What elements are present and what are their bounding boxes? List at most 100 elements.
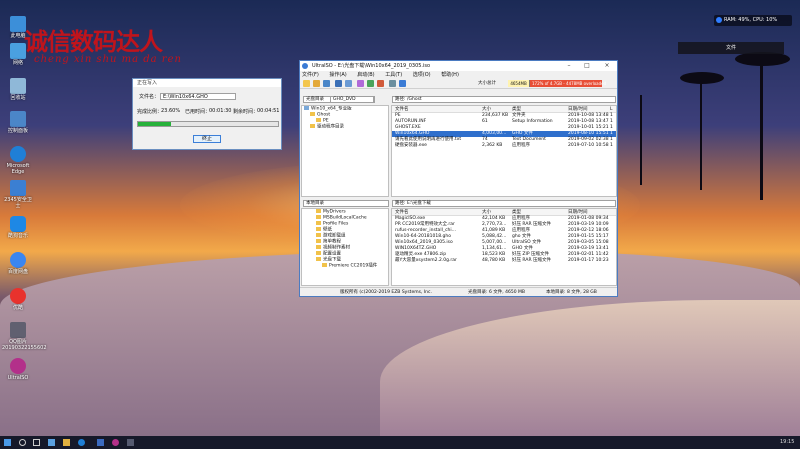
menu-action[interactable]: 操作(A) — [329, 72, 346, 78]
folder-icon — [316, 233, 321, 237]
iso-list-header: 文件名 大小 类型 日期/时间 L — [392, 106, 616, 113]
mount-icon[interactable] — [377, 80, 384, 87]
folder-icon — [316, 209, 321, 213]
status-iso-info: 光盘目录: 6 文件, 4650 MB — [468, 290, 525, 295]
iso-path-field[interactable]: /Ghost — [407, 97, 422, 102]
cell-type: 好压 RAR 压缩文件 — [512, 258, 552, 263]
desktop-icon-edge[interactable]: Microsoft Edge — [2, 146, 34, 175]
palm-tree — [760, 60, 763, 200]
open-icon[interactable] — [313, 80, 320, 87]
tree-node[interactable]: Premiere CC2019插件 — [302, 263, 388, 269]
desktop-icon-this-pc[interactable]: 此电脑 — [2, 16, 34, 39]
column-size[interactable]: 大小 — [482, 106, 491, 113]
menu-help[interactable]: 帮助(H) — [441, 72, 459, 78]
performance-widget[interactable]: RAM: 49%, CPU: 10% — [714, 15, 792, 26]
write-progress-bar — [137, 121, 279, 127]
done-label: 完成比例： — [137, 109, 163, 115]
ultraiso-icon[interactable] — [112, 439, 119, 446]
maximize-button[interactable]: □ — [580, 61, 594, 71]
microphone-icon — [716, 16, 722, 23]
status-bar: 版权所有 (c)2002-2019 EZB Systems, Inc. 光盘目录… — [300, 287, 617, 296]
size-total-label: 大小总计 — [478, 81, 496, 86]
file-row[interactable]: 最Y大容量xsystem2.2.0g.rar 48,780 KB 好压 RAR 压缩… — [392, 258, 616, 264]
tree-node[interactable]: 驱动程序目录 — [302, 124, 388, 130]
properties-icon[interactable] — [389, 80, 396, 87]
app-icon[interactable] — [97, 439, 104, 446]
column-date[interactable]: 日期/时间 — [568, 209, 588, 216]
file-field: E:\Win10x64.GHO — [160, 93, 236, 100]
folder-icon — [316, 221, 321, 225]
desktop-icon-baidu-pan[interactable]: 百度网盘 — [2, 252, 34, 275]
ultraiso-icon — [10, 358, 26, 374]
close-button[interactable]: × — [600, 61, 614, 71]
cell-name: 最Y大容量xsystem2.2.0g.rar — [395, 258, 457, 263]
desktop-icon-recycle-bin[interactable]: 回收站 — [2, 78, 34, 101]
column-l[interactable]: L — [610, 106, 613, 113]
size-meter-value: 4654MB — [508, 80, 530, 87]
cell-size: 2,362 KB — [482, 143, 503, 148]
column-name[interactable]: 文件名 — [395, 106, 409, 113]
folder-icon — [316, 215, 321, 219]
recycle-bin-icon — [10, 78, 26, 94]
desktop-icon-2345[interactable]: 2345安全卫士 — [2, 180, 34, 209]
dialog-title: 正在写入 — [133, 79, 281, 87]
floating-file-button[interactable]: 文件 — [678, 42, 784, 54]
search-icon[interactable] — [19, 439, 26, 446]
image-file-icon — [10, 322, 26, 338]
save-icon[interactable] — [335, 80, 342, 87]
local-list-header: 文件名 大小 类型 日期/时间 — [392, 209, 616, 216]
help-icon[interactable] — [399, 80, 406, 87]
desktop-icon-qq-image[interactable]: QQ图片20190322155602 — [2, 322, 47, 351]
app-icon[interactable] — [127, 439, 134, 446]
local-path-field[interactable]: E:\光盘下载 — [407, 201, 431, 206]
save-as-icon[interactable] — [345, 80, 352, 87]
file-row[interactable]: 硬盘安装器.exe 2,362 KB 应用程序 2019-07-10 10:58 1 — [392, 143, 616, 149]
app-icon[interactable] — [48, 439, 55, 446]
edge-icon[interactable] — [78, 439, 85, 446]
desktop-icon-ultraiso[interactable]: UltraISO — [2, 358, 34, 381]
window-title: UltraISO - E:\光盘下载\Win10x64_2019_0305.is… — [312, 63, 431, 69]
menu-boot[interactable]: 启动(B) — [357, 72, 374, 78]
cancel-button[interactable]: 终止 — [193, 135, 221, 143]
desktop-icon-youku[interactable]: 优酷 — [2, 288, 34, 311]
minimize-button[interactable]: – — [562, 61, 576, 71]
taskbar: 19:15 — [0, 436, 800, 449]
task-view-icon[interactable] — [33, 439, 40, 446]
status-copyright: 版权所有 (c)2002-2019 EZB Systems, Inc. — [340, 290, 432, 295]
desktop-icon-kugou[interactable]: 酷狗音乐 — [2, 216, 34, 239]
youku-icon — [10, 288, 26, 304]
cell-size: 48,780 KB — [482, 258, 506, 263]
open-disc-icon[interactable] — [323, 80, 330, 87]
menu-tools[interactable]: 工具(T) — [385, 72, 402, 78]
cloud-icon — [10, 252, 26, 268]
cell-type: 应用程序 — [512, 143, 530, 148]
iso-path-bar: 路径: /Ghost — [392, 96, 616, 103]
menu-options[interactable]: 选项(O) — [413, 72, 431, 78]
column-name[interactable]: 文件名 — [395, 209, 409, 216]
size-meter: 4654MB 172% of 4.7GB - 4478MB overloaded — [508, 80, 606, 87]
column-type[interactable]: 类型 — [512, 106, 521, 113]
desktop-icon-control-panel[interactable]: 控制面板 — [2, 111, 34, 134]
palm-tree — [640, 95, 642, 185]
desktop-icon-network[interactable]: 网络 — [2, 43, 34, 66]
column-date[interactable]: 日期/时间 — [568, 106, 588, 113]
column-type[interactable]: 类型 — [512, 209, 521, 216]
folder-icon — [310, 124, 315, 128]
new-icon[interactable] — [303, 80, 310, 87]
cell-date: 2019-01-17 10:23 — [568, 258, 609, 263]
menu-file[interactable]: 文件(F) — [302, 72, 319, 78]
local-path-bar: 路径: E:\光盘下载 — [392, 200, 616, 207]
clock[interactable]: 19:15 — [780, 436, 794, 449]
start-icon[interactable] — [4, 439, 11, 446]
menu-bar: 文件(F) 操作(A) 启动(B) 工具(T) 选项(O) 帮助(H) — [300, 71, 617, 79]
control-panel-icon — [10, 111, 26, 127]
cell-date: 2019-07-10 10:58 — [568, 143, 609, 148]
iso-name-field[interactable]: GHO_DVD — [330, 96, 374, 103]
column-size[interactable]: 大小 — [482, 209, 491, 216]
folder-icon — [316, 251, 321, 255]
network-icon — [10, 43, 26, 59]
compress-icon[interactable] — [357, 80, 364, 87]
burn-icon[interactable] — [367, 80, 374, 87]
file-explorer-icon[interactable] — [63, 439, 70, 446]
elapsed-label: 已用时间： — [185, 109, 211, 115]
